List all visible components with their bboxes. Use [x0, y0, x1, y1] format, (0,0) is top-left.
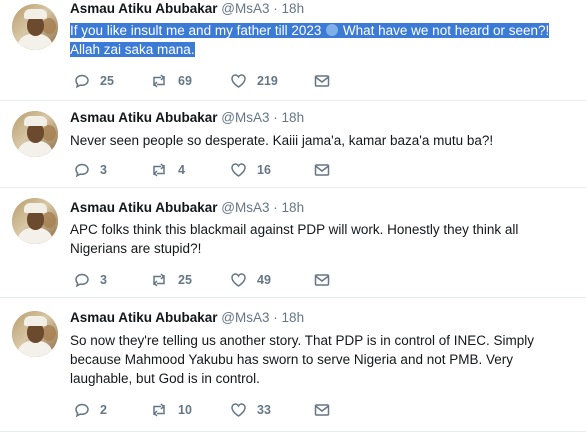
- avatar[interactable]: [12, 311, 58, 357]
- retweet-count: 69: [178, 74, 192, 88]
- envelope-icon: [314, 164, 330, 176]
- timestamp[interactable]: 18h: [282, 110, 305, 125]
- like-button[interactable]: 33: [230, 401, 271, 419]
- reply-count: 25: [100, 74, 114, 88]
- tweet-header: Asmau Atiku Abubakar @MsA3 · 18h: [70, 110, 304, 125]
- retweet-icon: [153, 403, 165, 417]
- emoji-icon: [326, 24, 339, 36]
- like-count: 219: [257, 74, 278, 88]
- author-name[interactable]: Asmau Atiku Abubakar: [70, 1, 218, 16]
- retweet-button[interactable]: 25: [150, 271, 192, 289]
- reply-icon: [75, 74, 89, 89]
- retweet-count: 25: [178, 273, 192, 287]
- tweet-1[interactable]: Asmau Atiku Abubakar @MsA3 · 18h If you …: [0, 0, 586, 101]
- tweet-text: APC folks think this blackmail against P…: [70, 222, 519, 256]
- tweet-actions: 3 4 16: [74, 161, 374, 179]
- tweet-3[interactable]: Asmau Atiku Abubakar @MsA3 · 18h APC fol…: [0, 188, 586, 298]
- author-handle[interactable]: @MsA3: [221, 200, 269, 215]
- separator-dot: ·: [273, 110, 278, 125]
- highlighted-text-1: If you like insult me and my father till…: [70, 23, 322, 38]
- author-handle[interactable]: @MsA3: [221, 310, 269, 325]
- tweet-text: So now they're telling us another story.…: [70, 333, 535, 386]
- tweet-4[interactable]: Asmau Atiku Abubakar @MsA3 · 18h So now …: [0, 298, 586, 432]
- retweet-icon: [153, 273, 165, 287]
- separator-dot: ·: [273, 200, 278, 215]
- heart-icon: [231, 273, 246, 287]
- author-name[interactable]: Asmau Atiku Abubakar: [70, 110, 218, 125]
- tweet-2[interactable]: Asmau Atiku Abubakar @MsA3 · 18h Never s…: [0, 101, 586, 188]
- reply-icon: [75, 273, 89, 288]
- direct-message-button[interactable]: [314, 161, 330, 179]
- heart-icon: [231, 163, 246, 177]
- timestamp[interactable]: 18h: [282, 310, 305, 325]
- like-button[interactable]: 49: [230, 271, 271, 289]
- like-count: 49: [257, 273, 271, 287]
- direct-message-button[interactable]: [314, 271, 330, 289]
- author-handle[interactable]: @MsA3: [221, 1, 269, 16]
- like-count: 16: [257, 163, 271, 177]
- envelope-icon: [314, 274, 330, 286]
- heart-icon: [231, 403, 246, 417]
- author-name[interactable]: Asmau Atiku Abubakar: [70, 310, 218, 325]
- separator-dot: ·: [273, 310, 278, 325]
- separator-dot: ·: [273, 1, 278, 16]
- reply-count: 3: [100, 273, 107, 287]
- tweet-actions: 3 25 49: [74, 271, 374, 289]
- envelope-icon: [314, 75, 330, 87]
- highlighted-text-3: Allah zai saka mana.: [70, 42, 195, 57]
- reply-button[interactable]: 25: [74, 72, 114, 90]
- author-name[interactable]: Asmau Atiku Abubakar: [70, 200, 218, 215]
- author-handle[interactable]: @MsA3: [221, 110, 269, 125]
- emoji-container: [321, 23, 340, 38]
- reply-button[interactable]: 3: [74, 271, 107, 289]
- retweet-button[interactable]: 10: [150, 401, 192, 419]
- retweet-count: 10: [178, 403, 192, 417]
- reply-icon: [75, 163, 89, 178]
- like-count: 33: [257, 403, 271, 417]
- avatar[interactable]: [12, 198, 58, 244]
- tweet-text: Never seen people so desperate. Kaiii ja…: [70, 133, 494, 148]
- like-button[interactable]: 219: [230, 72, 278, 90]
- tweet-actions: 2 10 33: [74, 401, 374, 419]
- retweet-button[interactable]: 4: [150, 161, 185, 179]
- highlighted-text-2: What have we not heard or seen?!: [339, 23, 550, 38]
- direct-message-button[interactable]: [314, 72, 330, 90]
- tweet-header: Asmau Atiku Abubakar @MsA3 · 18h: [70, 1, 304, 16]
- envelope-icon: [314, 404, 330, 416]
- timestamp[interactable]: 18h: [282, 200, 305, 215]
- reply-icon: [75, 403, 89, 418]
- timestamp[interactable]: 18h: [282, 1, 305, 16]
- reply-button[interactable]: 3: [74, 161, 107, 179]
- tweet-text: If you like insult me and my father till…: [70, 21, 570, 59]
- tweet-actions: 25 69 219: [74, 72, 374, 90]
- retweet-count: 4: [178, 163, 185, 177]
- like-button[interactable]: 16: [230, 161, 271, 179]
- retweet-icon: [153, 74, 165, 88]
- retweet-button[interactable]: 69: [150, 72, 192, 90]
- retweet-icon: [153, 163, 165, 177]
- reply-button[interactable]: 2: [74, 401, 107, 419]
- heart-icon: [231, 74, 246, 88]
- tweet-header: Asmau Atiku Abubakar @MsA3 · 18h: [70, 310, 304, 325]
- tweet-header: Asmau Atiku Abubakar @MsA3 · 18h: [70, 200, 304, 215]
- reply-count: 2: [100, 403, 107, 417]
- avatar[interactable]: [12, 111, 58, 157]
- direct-message-button[interactable]: [314, 401, 330, 419]
- reply-count: 3: [100, 163, 107, 177]
- avatar[interactable]: [12, 4, 58, 50]
